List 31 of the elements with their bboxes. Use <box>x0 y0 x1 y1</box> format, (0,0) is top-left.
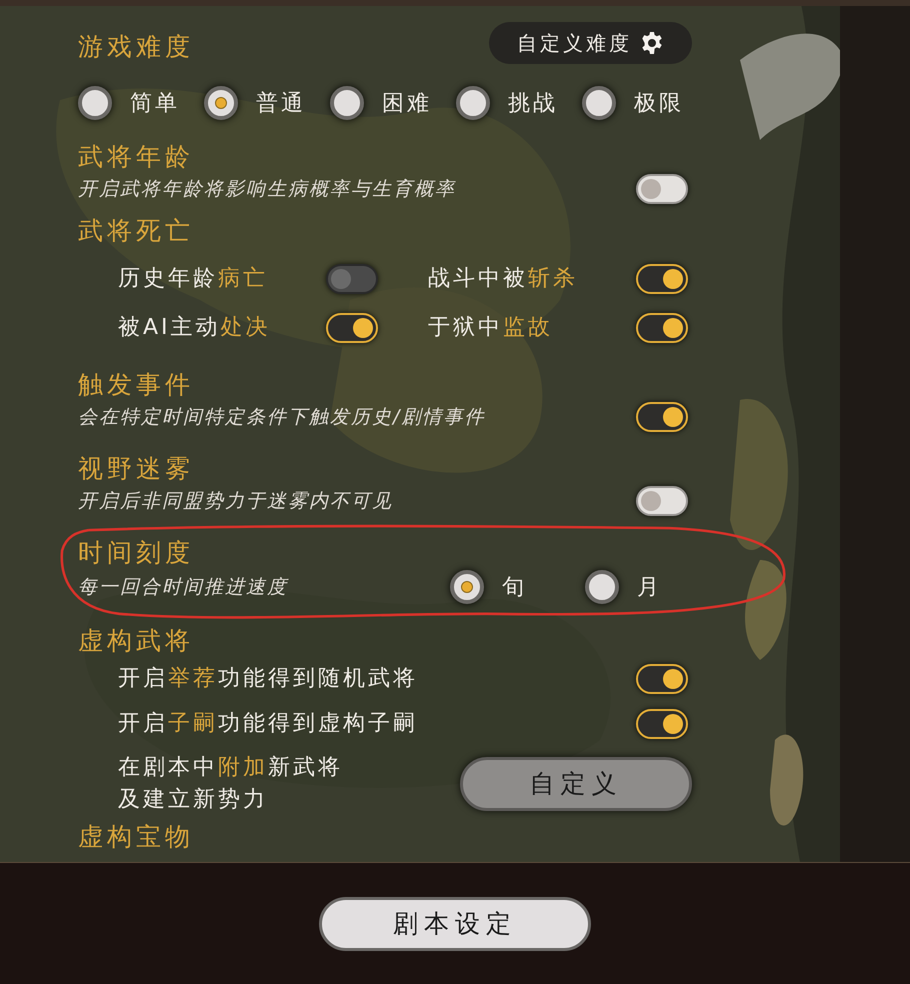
section-title: 武将死亡 <box>78 215 195 247</box>
radio-option[interactable]: 简单 <box>78 86 180 120</box>
radio-option[interactable]: 旬 <box>450 570 527 604</box>
section-description: 开启武将年龄将影响生病概率与生育概率 <box>78 177 456 202</box>
section-description: 每一回合时间推进速度 <box>78 575 288 600</box>
radio-option[interactable]: 挑战 <box>456 86 558 120</box>
option-label: 开启 举荐功能得到随机武将 <box>118 665 418 693</box>
radio-option[interactable]: 困难 <box>330 86 432 120</box>
settings-icon <box>640 31 664 55</box>
section-description: 开启后非同盟势力于迷雾内不可见 <box>78 489 393 514</box>
option-label: 开启 子嗣 功能得到虚构子嗣 <box>118 710 418 738</box>
option-label: 战斗中被斩杀 <box>428 265 578 293</box>
section-title: 触发事件 <box>78 369 195 401</box>
radio-option[interactable]: 普通 <box>204 86 306 120</box>
option-label: 在剧本中 附加 新武将 <box>118 754 343 782</box>
section-title: 虚构武将 <box>78 625 195 657</box>
custom-difficulty-button[interactable]: 自定义难度 <box>489 22 692 64</box>
section-title: 虚构宝物 <box>78 821 195 853</box>
scenario-settings-button[interactable]: 剧本设定 <box>319 897 591 951</box>
option-label: 及建立新势力 <box>118 786 269 814</box>
option-label: 历史年龄 病亡 <box>118 265 268 293</box>
radio-option[interactable]: 月 <box>585 570 662 604</box>
option-label: 于狱中 监故 <box>428 314 553 342</box>
customize-button[interactable]: 自定义 <box>460 757 692 811</box>
section-title: 武将年龄 <box>78 141 195 173</box>
section-title: 视野迷雾 <box>78 453 195 485</box>
section-description: 会在特定时间特定条件下触发历史/剧情事件 <box>78 405 486 430</box>
section-title: 时间刻度 <box>78 537 195 569</box>
radio-option[interactable]: 极限 <box>582 86 684 120</box>
section-title: 游戏难度 <box>78 31 194 63</box>
option-label: 被AI主动 处决 <box>118 314 271 342</box>
